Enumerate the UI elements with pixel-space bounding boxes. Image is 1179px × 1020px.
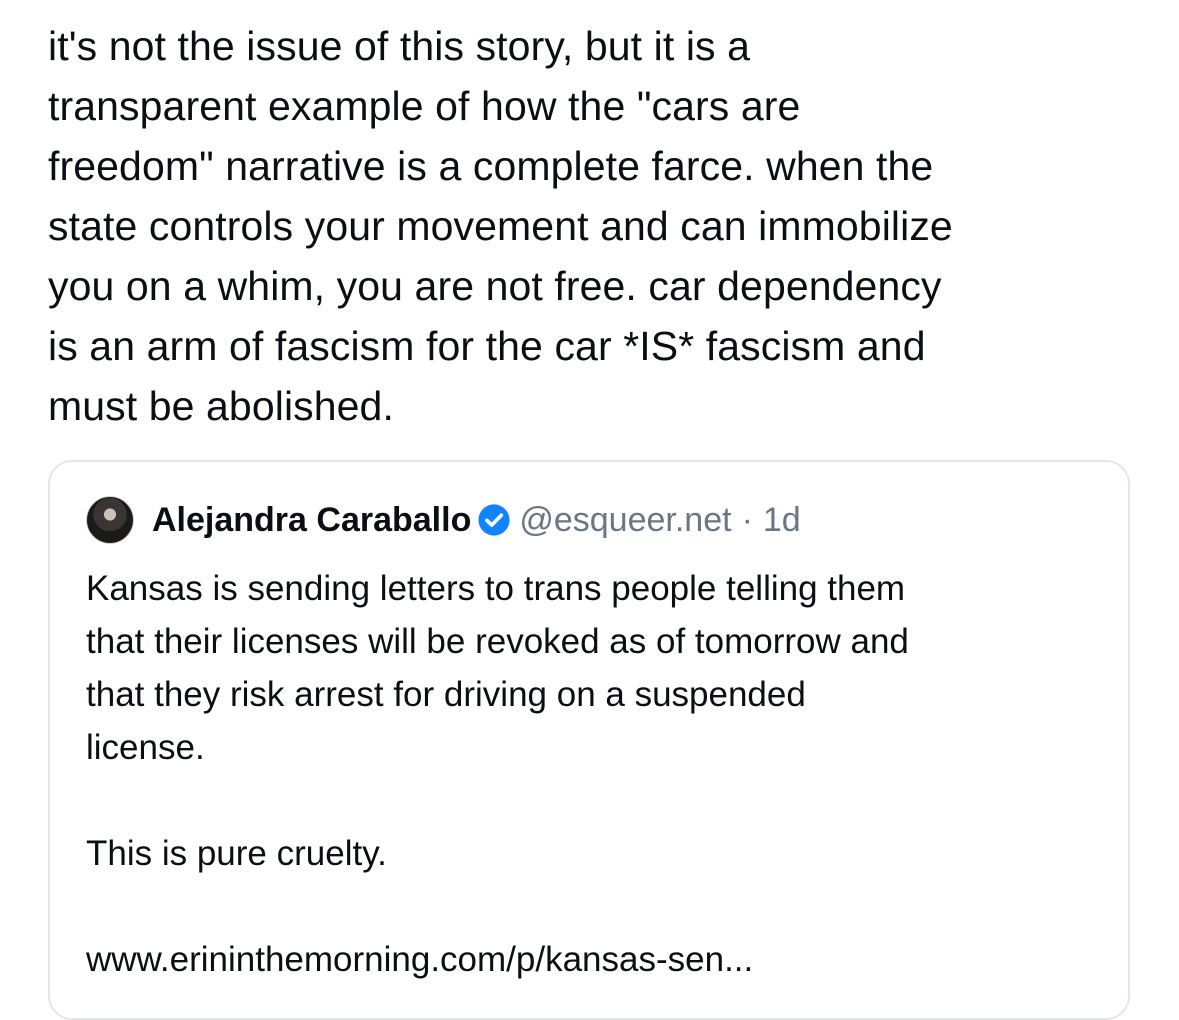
verified-badge-icon <box>478 504 510 536</box>
avatar[interactable] <box>86 496 134 544</box>
quoted-post-text: Kansas is sending letters to trans peopl… <box>86 569 909 979</box>
post: it's not the issue of this story, but it… <box>48 0 1138 436</box>
meta-separator: · <box>741 500 753 539</box>
post-age[interactable]: 1d <box>763 501 801 540</box>
author-name[interactable]: Alejandra Caraballo <box>152 501 471 540</box>
quoted-post-header: Alejandra Caraballo @esqueer.net · 1d <box>86 496 801 544</box>
quoted-post-card[interactable]: Alejandra Caraballo @esqueer.net · 1d Ka… <box>48 460 1130 1020</box>
post-text: it's not the issue of this story, but it… <box>48 23 953 429</box>
author-handle[interactable]: @esqueer.net <box>519 501 731 540</box>
